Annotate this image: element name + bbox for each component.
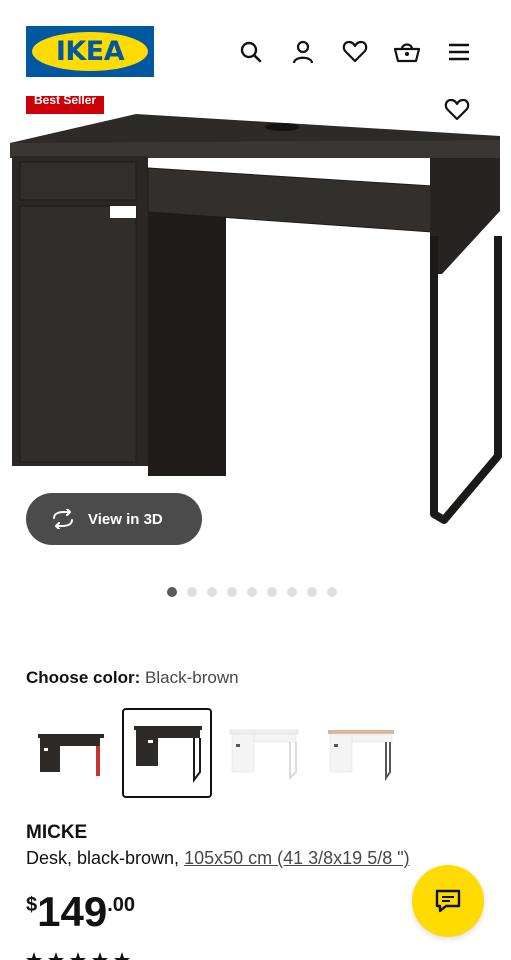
product-price: $ 149 .00 (26, 888, 135, 936)
pagination-dot[interactable] (287, 587, 297, 597)
account-icon[interactable] (288, 37, 318, 67)
color-swatch-black-brown-red[interactable] (26, 708, 116, 798)
color-swatch-black-brown[interactable] (122, 708, 212, 798)
search-icon[interactable] (236, 37, 266, 67)
choose-color-row: Choose color: Black-brown (26, 668, 239, 688)
color-swatch-white[interactable] (218, 708, 308, 798)
pagination-dot[interactable] (247, 587, 257, 597)
pagination-dot[interactable] (167, 587, 177, 597)
swatch-image (328, 730, 394, 782)
rotate-3d-icon (53, 509, 73, 529)
product-type: Desk, black-brown, (26, 848, 180, 868)
pagination-dot[interactable] (327, 587, 337, 597)
rating-stars[interactable] (26, 952, 196, 960)
selected-color-value: Black-brown (145, 668, 239, 687)
star-icon (26, 952, 130, 960)
swatch-image (229, 729, 299, 781)
product-name: MICKE (26, 822, 88, 843)
color-swatch-white-oak[interactable] (314, 708, 404, 798)
ikea-logo[interactable]: IKEA (26, 26, 154, 77)
pagination-dot[interactable] (227, 587, 237, 597)
price-currency: $ (26, 894, 38, 916)
logo-text: IKEA (55, 36, 125, 67)
pagination-dot[interactable] (267, 587, 277, 597)
pagination-dot[interactable] (307, 587, 317, 597)
menu-icon[interactable] (444, 37, 474, 67)
price-decimal: .00 (107, 894, 136, 916)
basket-icon[interactable] (392, 37, 422, 67)
view-in-3d-label: View in 3D (88, 510, 163, 528)
swatch-image (134, 726, 202, 783)
swatch-image (38, 734, 104, 776)
price-integer: 149 (37, 888, 108, 935)
heart-icon[interactable] (340, 37, 370, 67)
best-seller-badge: Best Seller (26, 96, 105, 114)
pagination-dot[interactable] (187, 587, 197, 597)
choose-color-label: Choose color: (26, 668, 141, 687)
chat-icon (435, 889, 461, 913)
save-favorite-icon[interactable] (444, 98, 474, 128)
product-dimensions-link[interactable]: 105x50 cm (41 3/8x19 5/8 ") (184, 848, 410, 868)
image-pagination-dots (167, 587, 337, 597)
pagination-dot[interactable] (207, 587, 217, 597)
top-header: IKEA (0, 0, 511, 96)
product-description: Desk, black-brown, 105x50 cm (41 3/8x19 … (26, 848, 410, 869)
chat-button[interactable] (412, 865, 484, 937)
view-in-3d-button[interactable]: View in 3D (26, 493, 202, 545)
badge-label: Best Seller (34, 96, 97, 107)
